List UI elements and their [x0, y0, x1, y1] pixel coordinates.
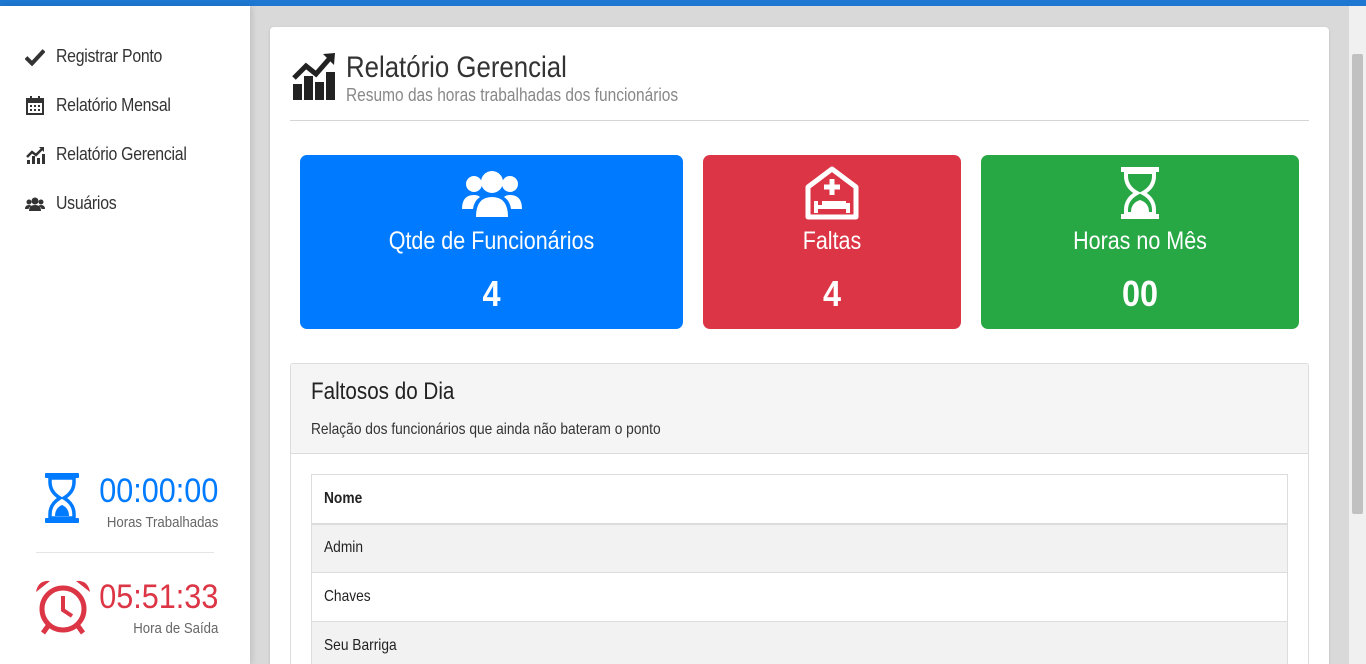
hourglass-icon — [1110, 165, 1170, 221]
calendar-icon — [24, 95, 46, 117]
page-subtitle: Resumo das horas trabalhadas dos funcion… — [346, 85, 679, 105]
alarm-clock-icon — [36, 578, 90, 635]
sidebar: Registrar Ponto Relatório Mensal Relatór… — [0, 6, 250, 664]
page-title: Relatório Gerencial — [346, 51, 567, 84]
column-header-nome: Nome — [311, 474, 1288, 525]
table-row: Admin — [311, 523, 1288, 573]
hospital-bed-icon — [802, 165, 862, 221]
employees-card: Qtde de Funcionários 4 — [300, 155, 683, 329]
absences-card: Faltas 4 — [703, 155, 961, 329]
table-cell: Admin — [311, 523, 1288, 573]
chart-line-icon — [24, 144, 46, 166]
exit-time-label: Hora de Saída — [133, 620, 219, 637]
sidebar-item-usuarios[interactable]: Usuários — [0, 179, 250, 228]
exit-time-value: 05:51:33 — [99, 578, 219, 616]
main-panel: Relatório Gerencial Resumo das horas tra… — [270, 27, 1329, 664]
sidebar-item-label: Usuários — [56, 193, 117, 213]
hourglass-icon — [36, 472, 86, 528]
absences-card-value: 4 — [822, 273, 842, 314]
sidebar-item-relatorio-gerencial[interactable]: Relatório Gerencial — [0, 130, 250, 179]
chart-line-icon — [292, 50, 336, 100]
absent-today-panel: Faltosos do Dia Relação dos funcionários… — [290, 363, 1309, 664]
sidebar-item-label: Registrar Ponto — [56, 46, 163, 66]
page-scrollbar[interactable] — [1349, 6, 1366, 664]
sidebar-menu: Registrar Ponto Relatório Mensal Relatór… — [0, 6, 250, 228]
table-cell: Seu Barriga — [311, 621, 1288, 664]
table-header-row: Nome — [311, 474, 1288, 525]
absent-table: Nome Admin Chaves Seu Barriga — [311, 474, 1288, 664]
hours-card-title: Horas no Mês — [1073, 227, 1207, 255]
users-icon — [461, 165, 522, 221]
table-row: Seu Barriga — [311, 621, 1288, 664]
hours-card-value: 00 — [1121, 273, 1159, 314]
worked-hours-time: 00:00:00 — [99, 472, 219, 510]
page-header: Relatório Gerencial Resumo das horas tra… — [290, 47, 1309, 121]
table-row: Chaves — [311, 572, 1288, 622]
exit-time-widget: 05:51:33 Hora de Saída — [36, 578, 218, 637]
sidebar-item-registrar-ponto[interactable]: Registrar Ponto — [0, 32, 250, 81]
check-icon — [24, 46, 46, 68]
worked-hours-widget: 00:00:00 Horas Trabalhadas — [36, 472, 218, 531]
worked-hours-label: Horas Trabalhadas — [106, 514, 219, 531]
employees-card-value: 4 — [482, 273, 501, 314]
absent-panel-description: Relação dos funcionários que ainda não b… — [311, 421, 661, 438]
hours-card: Horas no Mês 00 — [981, 155, 1299, 329]
absences-card-title: Faltas — [802, 227, 862, 255]
sidebar-item-label: Relatório Gerencial — [56, 144, 187, 164]
employees-card-title: Qtde de Funcionários — [388, 227, 595, 255]
sidebar-item-label: Relatório Mensal — [56, 95, 171, 115]
sidebar-item-relatorio-mensal[interactable]: Relatório Mensal — [0, 81, 250, 130]
users-icon — [24, 193, 46, 215]
scrollbar-thumb[interactable] — [1352, 54, 1363, 514]
absent-panel-header: Faltosos do Dia Relação dos funcionários… — [291, 364, 1308, 454]
absent-panel-title: Faltosos do Dia — [311, 378, 455, 405]
table-cell: Chaves — [311, 572, 1288, 622]
divider — [36, 552, 214, 553]
